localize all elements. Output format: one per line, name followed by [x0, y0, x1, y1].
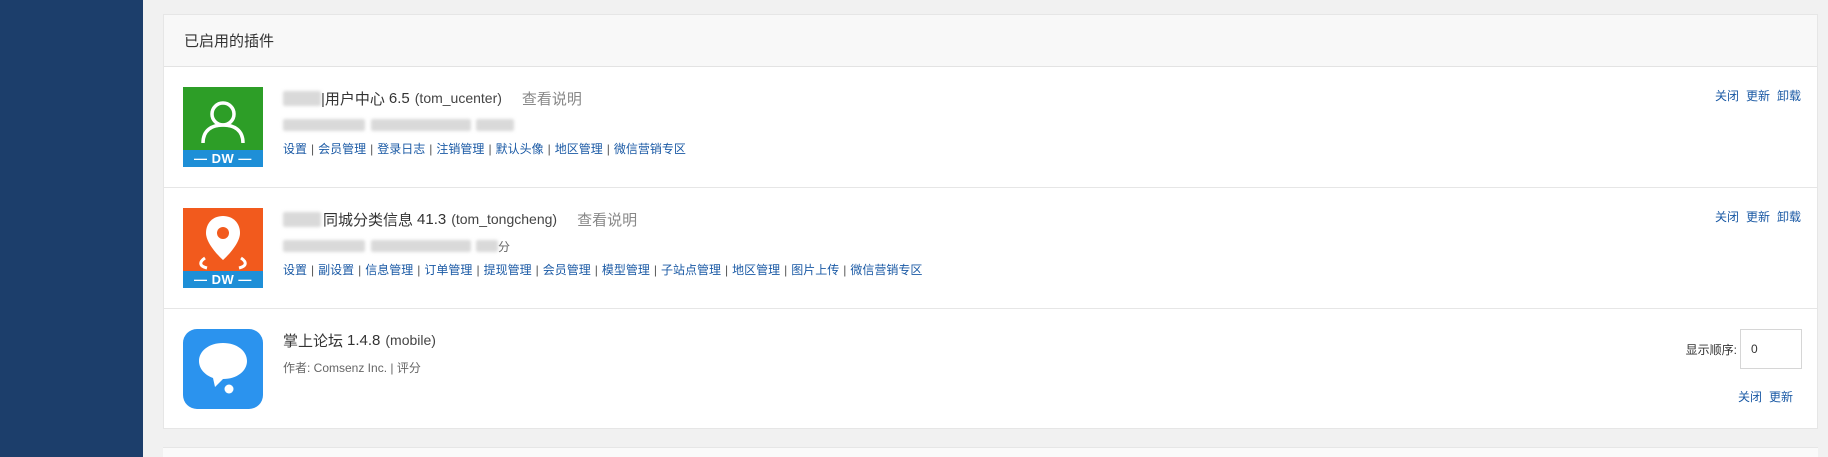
plugin-title: 同城分类信息 41.3 (tom_tongcheng) 查看说明 [283, 208, 922, 230]
link-image-upload[interactable]: 图片上传 [791, 261, 839, 278]
link-member-manage[interactable]: 会员管理 [543, 261, 591, 278]
disable-button[interactable]: 关闭 [1738, 388, 1762, 405]
plugin-name: 掌上论坛 [283, 332, 344, 350]
panel-title: 已启用的插件 [164, 15, 1817, 67]
dw-badge: — DW — [183, 271, 263, 288]
link-info-manage[interactable]: 信息管理 [365, 261, 413, 278]
link-region-manage[interactable]: 地区管理 [732, 261, 780, 278]
plugin-info: |用户中心 6.5 (tom_ucenter) 查看说明 设置 | 会员管理 | 登… [283, 87, 686, 157]
redacted-text [371, 240, 471, 252]
plugin-id: (mobile) [385, 332, 436, 348]
dw-badge: — DW — [183, 150, 263, 167]
plugin-version: 6.5 [388, 89, 410, 107]
plugin-id: (tom_ucenter) [414, 90, 502, 106]
plugin-logo: — DW — [183, 87, 263, 167]
display-order-label: 显示顺序: [1685, 342, 1737, 357]
plugin-info: 同城分类信息 41.3 (tom_tongcheng) 查看说明 分 设置 | 副… [283, 208, 922, 278]
meta-suffix: 分 [498, 239, 511, 254]
link-cancel-manage[interactable]: 注销管理 [436, 140, 484, 157]
link-settings[interactable]: 设置 [283, 261, 307, 278]
redacted-text [283, 211, 321, 227]
plugin-row: — DW — |用户中心 6.5 (tom_ucenter) 查看说明 设置 | … [164, 67, 1817, 188]
plugin-id: (tom_tongcheng) [451, 211, 558, 227]
link-login-log[interactable]: 登录日志 [377, 140, 425, 157]
plugin-name: |用户中心 [321, 90, 385, 108]
uninstall-button[interactable]: 卸载 [1777, 87, 1801, 104]
disable-button[interactable]: 关闭 [1715, 208, 1739, 225]
plugin-version: 1.4.8 [347, 331, 381, 349]
update-button[interactable]: 更新 [1746, 208, 1770, 225]
plugin-row: — DW — 同城分类信息 41.3 (tom_tongcheng) 查看说明 … [164, 188, 1817, 309]
link-order-manage[interactable]: 订单管理 [424, 261, 472, 278]
link-settings[interactable]: 设置 [283, 140, 307, 157]
link-region-manage[interactable]: 地区管理 [555, 140, 603, 157]
plugin-version: 41.3 [417, 210, 447, 228]
next-panel-edge [163, 447, 1818, 457]
plugin-actions: 关闭 更新 [1738, 388, 1793, 405]
update-button[interactable]: 更新 [1746, 87, 1770, 104]
disable-button[interactable]: 关闭 [1715, 87, 1739, 104]
link-default-avatar[interactable]: 默认头像 [496, 140, 544, 157]
redacted-text [371, 119, 471, 131]
plugin-name: 同城分类信息 [323, 211, 414, 229]
plugin-meta [283, 117, 686, 133]
enabled-plugins-panel: 已启用的插件 — DW — |用户中心 6.5 (tom_ucenter) 查看… [163, 14, 1818, 429]
plugin-meta: 作者: Comsenz Inc. | 评分 [283, 360, 421, 375]
link-sub-settings[interactable]: 副设置 [318, 261, 354, 278]
redacted-text [476, 119, 514, 131]
plugin-actions: 关闭 更新 卸载 [1715, 208, 1801, 225]
user-icon [201, 101, 245, 144]
admin-sidebar [0, 0, 143, 457]
update-button[interactable]: 更新 [1769, 388, 1793, 405]
link-wechat-marketing[interactable]: 微信营销专区 [614, 140, 686, 157]
map-pin-icon [199, 216, 247, 270]
display-order-input[interactable] [1740, 329, 1802, 369]
plugin-logo: — DW — [183, 208, 263, 288]
redacted-text [476, 240, 498, 252]
plugin-meta: 分 [283, 238, 922, 254]
link-member-manage[interactable]: 会员管理 [318, 140, 366, 157]
link-withdraw-manage[interactable]: 提现管理 [484, 261, 532, 278]
plugin-logo [183, 329, 263, 409]
view-docs-link[interactable]: 查看说明 [522, 88, 582, 109]
plugin-actions: 关闭 更新 卸载 [1715, 87, 1801, 104]
link-substation-manage[interactable]: 子站点管理 [661, 261, 721, 278]
display-order: 显示顺序: [1686, 329, 1802, 369]
link-model-manage[interactable]: 模型管理 [602, 261, 650, 278]
redacted-text [283, 119, 365, 131]
plugin-info: 掌上论坛 1.4.8 (mobile) 作者: Comsenz Inc. | 评… [283, 329, 436, 375]
redacted-text [283, 90, 321, 106]
uninstall-button[interactable]: 卸载 [1777, 208, 1801, 225]
plugin-title: 掌上论坛 1.4.8 (mobile) [283, 329, 436, 351]
plugin-links: 设置 | 副设置 | 信息管理 | 订单管理 | 提现管理 | 会员管理 | 模型管理 | 子… [283, 261, 923, 278]
link-wechat-marketing[interactable]: 微信营销专区 [850, 261, 922, 278]
chat-bubble-icon [199, 343, 247, 394]
view-docs-link[interactable]: 查看说明 [577, 209, 637, 230]
plugin-title: |用户中心 6.5 (tom_ucenter) 查看说明 [283, 87, 686, 109]
plugin-links: 设置 | 会员管理 | 登录日志 | 注销管理 | 默认头像 | 地区管理 | 微信营销专区 [283, 140, 686, 157]
plugin-row: 掌上论坛 1.4.8 (mobile) 作者: Comsenz Inc. | 评… [164, 309, 1817, 427]
redacted-text [283, 240, 365, 252]
